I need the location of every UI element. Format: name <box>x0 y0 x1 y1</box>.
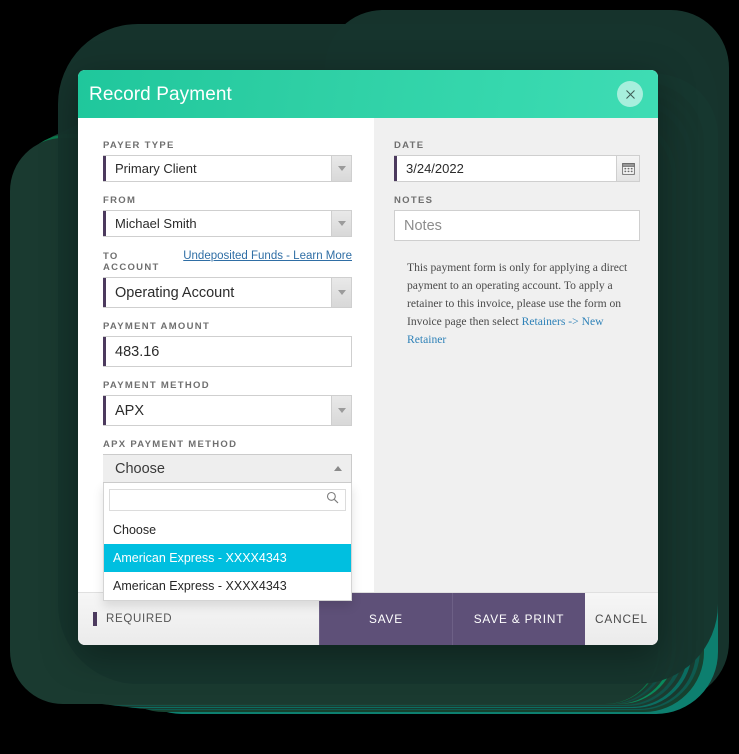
payment-method-label: PAYMENT METHOD <box>103 380 210 391</box>
apx-payment-method-dropdown: Choose American Express - XXXX4343 Ameri… <box>103 483 352 601</box>
modal-body: PAYER TYPE Primary Client FROM Michael S… <box>78 118 658 601</box>
to-account-select[interactable]: Operating Account <box>103 277 352 308</box>
screen-backdrop: Record Payment PAYER TYPE Primary Client <box>0 0 739 754</box>
apx-payment-method-label: APX PAYMENT METHOD <box>103 439 238 450</box>
field-apx-payment-method: APX PAYMENT METHOD Choose Choose America… <box>103 439 352 601</box>
from-label: FROM <box>103 195 137 206</box>
info-paragraph: This payment form is only for applying a… <box>394 259 640 349</box>
to-account-value: Operating Account <box>115 284 235 301</box>
payment-method-select[interactable]: APX <box>103 395 352 426</box>
field-date: DATE 3/24/2022 <box>394 140 640 182</box>
field-from: FROM Michael Smith <box>103 195 352 237</box>
record-payment-modal: Record Payment PAYER TYPE Primary Client <box>78 70 658 645</box>
cancel-button[interactable]: CANCEL <box>585 593 658 645</box>
payer-type-select[interactable]: Primary Client <box>103 155 352 182</box>
required-label: REQUIRED <box>106 613 173 625</box>
required-swatch <box>93 612 97 626</box>
from-value: Michael Smith <box>115 216 197 231</box>
to-account-chevron-down-icon[interactable] <box>331 278 351 307</box>
payment-amount-value: 483.16 <box>115 343 160 360</box>
field-notes: NOTES Notes <box>394 195 640 241</box>
close-icon[interactable] <box>617 81 643 107</box>
undeposited-funds-learn-more-link[interactable]: Undeposited Funds - Learn More <box>183 250 352 262</box>
date-input[interactable]: 3/24/2022 <box>394 155 640 182</box>
list-item[interactable]: Choose <box>104 516 351 544</box>
field-to-account: TO ACCOUNT Undeposited Funds - Learn Mor… <box>103 250 352 308</box>
field-payer-type: PAYER TYPE Primary Client <box>103 140 352 182</box>
field-payment-method: PAYMENT METHOD APX <box>103 380 352 426</box>
apx-payment-method-combobox[interactable]: Choose <box>103 454 352 483</box>
date-label: DATE <box>394 140 425 151</box>
calendar-icon[interactable] <box>616 156 639 181</box>
notes-placeholder: Notes <box>404 217 442 234</box>
to-account-label: TO ACCOUNT <box>103 251 160 273</box>
apx-payment-method-chevron-up-icon[interactable] <box>325 466 351 471</box>
date-value: 3/24/2022 <box>406 161 464 176</box>
payer-type-chevron-down-icon[interactable] <box>331 156 351 181</box>
form-right-column: DATE 3/24/2022 NOTES Notes This payment … <box>374 118 658 592</box>
payment-method-chevron-down-icon[interactable] <box>331 396 351 425</box>
save-and-print-button[interactable]: SAVE & PRINT <box>452 593 585 645</box>
dropdown-search-row <box>104 483 351 516</box>
from-select[interactable]: Michael Smith <box>103 210 352 237</box>
apx-payment-method-value: Choose <box>115 460 165 477</box>
payment-method-value: APX <box>115 402 145 419</box>
close-glyph <box>625 89 635 99</box>
notes-label: NOTES <box>394 195 434 206</box>
notes-input[interactable]: Notes <box>394 210 640 241</box>
page-title: Record Payment <box>89 83 232 105</box>
dropdown-search-box[interactable] <box>109 489 346 511</box>
form-left-column: PAYER TYPE Primary Client FROM Michael S… <box>78 118 374 601</box>
payment-amount-input[interactable]: 483.16 <box>103 336 352 367</box>
list-item[interactable]: American Express - XXXX4343 <box>104 544 351 572</box>
list-item[interactable]: American Express - XXXX4343 <box>104 572 351 600</box>
to-account-label-row: TO ACCOUNT Undeposited Funds - Learn Mor… <box>103 250 352 273</box>
field-payment-amount: PAYMENT AMOUNT 483.16 <box>103 321 352 367</box>
payer-type-label: PAYER TYPE <box>103 140 175 151</box>
payment-amount-label: PAYMENT AMOUNT <box>103 321 211 332</box>
payer-type-value: Primary Client <box>115 161 197 176</box>
from-chevron-down-icon[interactable] <box>331 211 351 236</box>
search-input[interactable] <box>110 491 345 509</box>
modal-title-bar: Record Payment <box>78 70 658 118</box>
